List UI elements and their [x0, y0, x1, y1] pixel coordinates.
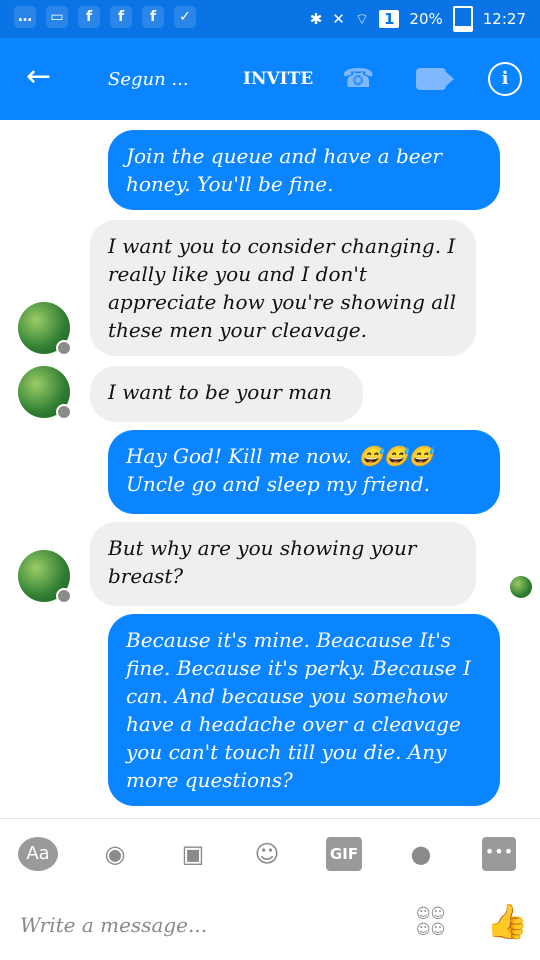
message-outgoing[interactable]: Join the queue and have a beer honey. Yo…	[108, 130, 500, 210]
message-outgoing[interactable]: Hay God! Kill me now. 😅😅😅 Uncle go and s…	[108, 430, 500, 514]
facebook-icon: f	[78, 6, 100, 28]
contact-avatar[interactable]	[18, 302, 72, 356]
check-icon: ✓	[174, 6, 196, 28]
contact-avatar[interactable]	[18, 550, 72, 604]
status-bar: … ▭ f f f ✓ ✱ ✕ ⌔ 1 20% 12:27	[0, 0, 540, 38]
message-input[interactable]	[18, 904, 382, 946]
invite-button[interactable]: INVITE	[243, 69, 313, 89]
facebook-icon-3: f	[142, 6, 164, 28]
message-incoming[interactable]: I want to be your man	[90, 366, 363, 422]
contact-avatar[interactable]	[18, 366, 72, 420]
system-icons: ✱ ✕ ⌔ 1 20% 12:27	[310, 6, 526, 32]
phone-call-icon[interactable]: ☎	[342, 64, 374, 94]
image-icon[interactable]: ▣	[176, 837, 210, 871]
clock: 12:27	[482, 10, 526, 28]
battery-icon	[452, 6, 473, 32]
message-incoming[interactable]: I want you to consider changing. I reall…	[90, 220, 476, 356]
message-incoming[interactable]: But why are you showing your breast?	[90, 522, 476, 606]
battery-percent: 20%	[409, 10, 443, 28]
bluetooth-icon: ✱	[309, 10, 323, 28]
camera-icon[interactable]: ◉	[98, 837, 132, 871]
notification-icons: … ▭ f f f ✓	[14, 6, 196, 28]
mute-icon: ✕	[332, 10, 345, 28]
chat-header: ← Segun ... INVITE ☎ i	[0, 38, 540, 120]
messages-icon: …	[14, 6, 36, 28]
wifi-icon: ⌔	[354, 9, 369, 28]
facebook-icon-2: f	[110, 6, 132, 28]
video-call-icon[interactable]	[416, 68, 454, 90]
seen-avatar	[510, 576, 532, 598]
phone-icon: ▭	[46, 6, 68, 28]
message-composer: ☺☺☺☺ 👍	[0, 888, 540, 960]
emoji-icon[interactable]: ☺	[250, 837, 284, 871]
more-icon[interactable]: •••	[482, 837, 516, 871]
conversation: Join the queue and have a beer honey. Yo…	[0, 120, 540, 818]
message-outgoing[interactable]: Because it's mine. Beacause It's fine. B…	[108, 614, 500, 806]
info-icon[interactable]: i	[488, 62, 522, 96]
microphone-icon[interactable]: ●	[406, 837, 436, 871]
sim-number: 1	[378, 10, 400, 28]
contact-name[interactable]: Segun ...	[108, 69, 189, 90]
thumbs-up-icon[interactable]: 👍	[486, 902, 528, 942]
sticker-icon[interactable]: ☺☺☺☺	[416, 906, 450, 940]
text-format-button[interactable]: Aa	[18, 837, 58, 871]
gif-button[interactable]: GIF	[326, 837, 362, 871]
composer-toolbar: Aa ◉ ▣ ☺ GIF ● •••	[0, 818, 540, 889]
back-arrow-icon[interactable]: ←	[26, 62, 51, 92]
